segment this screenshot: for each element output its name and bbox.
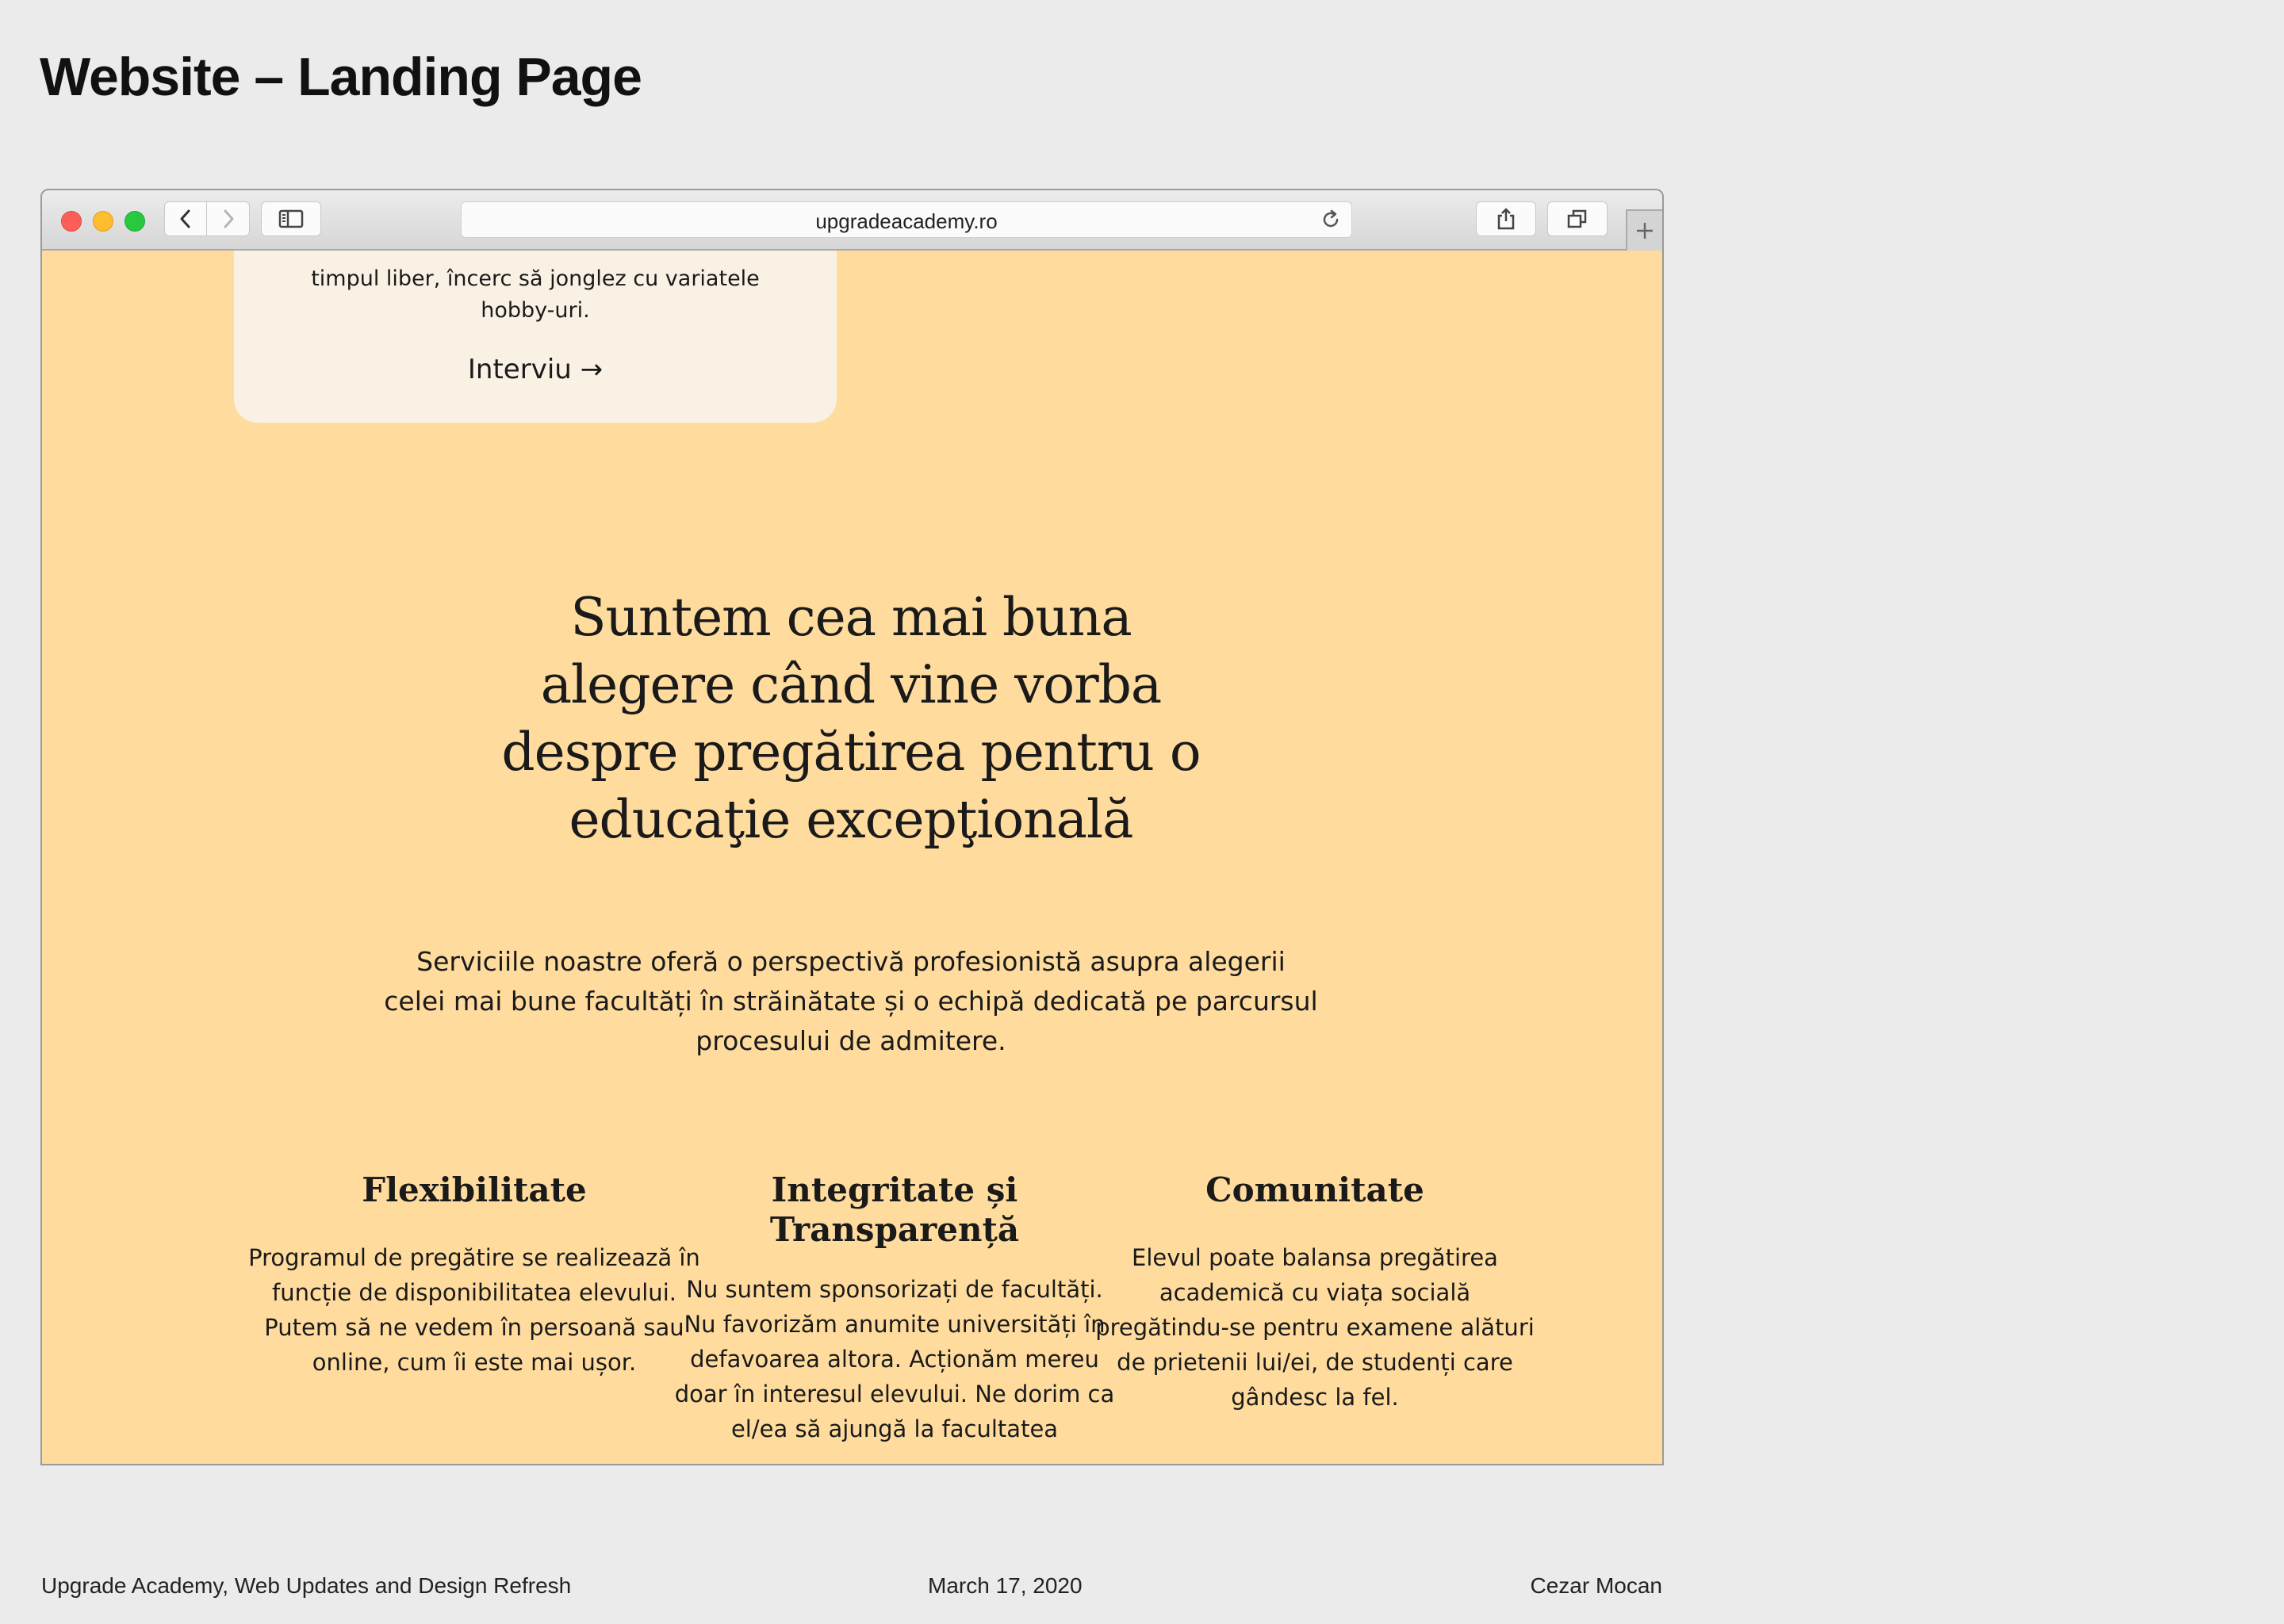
testimonial-card: timpul liber, încerc să jonglez cu varia… bbox=[234, 251, 837, 423]
new-tab-button[interactable] bbox=[1626, 209, 1662, 251]
address-bar[interactable]: upgradeacademy.ro bbox=[461, 201, 1352, 238]
feature-flexibility: Flexibilitate Programul de pregătire se … bbox=[248, 1170, 700, 1380]
feature-integrity: Integritate și Transparență Nu suntem sp… bbox=[669, 1170, 1121, 1446]
interview-link[interactable]: Interviu → bbox=[234, 354, 837, 385]
reload-icon[interactable] bbox=[1320, 209, 1342, 231]
footer-author: Cezar Mocan bbox=[1530, 1573, 1662, 1598]
feature-text: Elevul poate balansa pregătirea academic… bbox=[1095, 1244, 1535, 1411]
plus-icon bbox=[1637, 223, 1653, 239]
forward-button[interactable] bbox=[207, 201, 250, 236]
footer-project: Upgrade Academy, Web Updates and Design … bbox=[41, 1573, 572, 1598]
share-icon bbox=[1497, 208, 1515, 230]
url-text: upgradeacademy.ro bbox=[815, 209, 998, 233]
back-button[interactable] bbox=[164, 201, 207, 236]
feature-title: Integritate și Transparență bbox=[769, 1170, 1020, 1249]
web-page-content: timpul liber, încerc să jonglez cu varia… bbox=[42, 251, 1662, 1464]
footer-date: March 17, 2020 bbox=[928, 1573, 1083, 1598]
browser-toolbar: upgradeacademy.ro bbox=[42, 190, 1662, 251]
share-button[interactable] bbox=[1476, 201, 1536, 236]
back-icon bbox=[180, 209, 190, 228]
tabs-icon bbox=[1567, 209, 1587, 228]
feature-title: Flexibilitate bbox=[362, 1170, 587, 1209]
feature-text: Nu suntem sponsorizați de facultăți. Nu … bbox=[674, 1276, 1115, 1442]
feature-title: Comunitate bbox=[1205, 1170, 1424, 1209]
hero-headline: Suntem cea mai buna alegere când vine vo… bbox=[501, 587, 1201, 850]
forward-icon bbox=[224, 209, 233, 228]
sidebar-button[interactable] bbox=[261, 201, 321, 236]
feature-community: Comunitate Elevul poate balansa pregătir… bbox=[1089, 1170, 1541, 1415]
sidebar-icon bbox=[278, 209, 304, 228]
close-icon[interactable] bbox=[61, 211, 82, 232]
testimonial-text: timpul liber, încerc să jonglez cu varia… bbox=[311, 266, 760, 323]
tabs-button[interactable] bbox=[1547, 201, 1608, 236]
feature-text: Programul de pregătire se realizează în … bbox=[248, 1244, 700, 1376]
zoom-icon[interactable] bbox=[125, 211, 145, 232]
minimize-icon[interactable] bbox=[93, 211, 113, 232]
slide-title: Website – Landing Page bbox=[40, 47, 642, 107]
browser-window: upgradeacademy.ro timpul liber, încerc s… bbox=[40, 189, 1664, 1465]
intro-paragraph: Serviciile noastre oferă o perspectivă p… bbox=[384, 946, 1318, 1056]
